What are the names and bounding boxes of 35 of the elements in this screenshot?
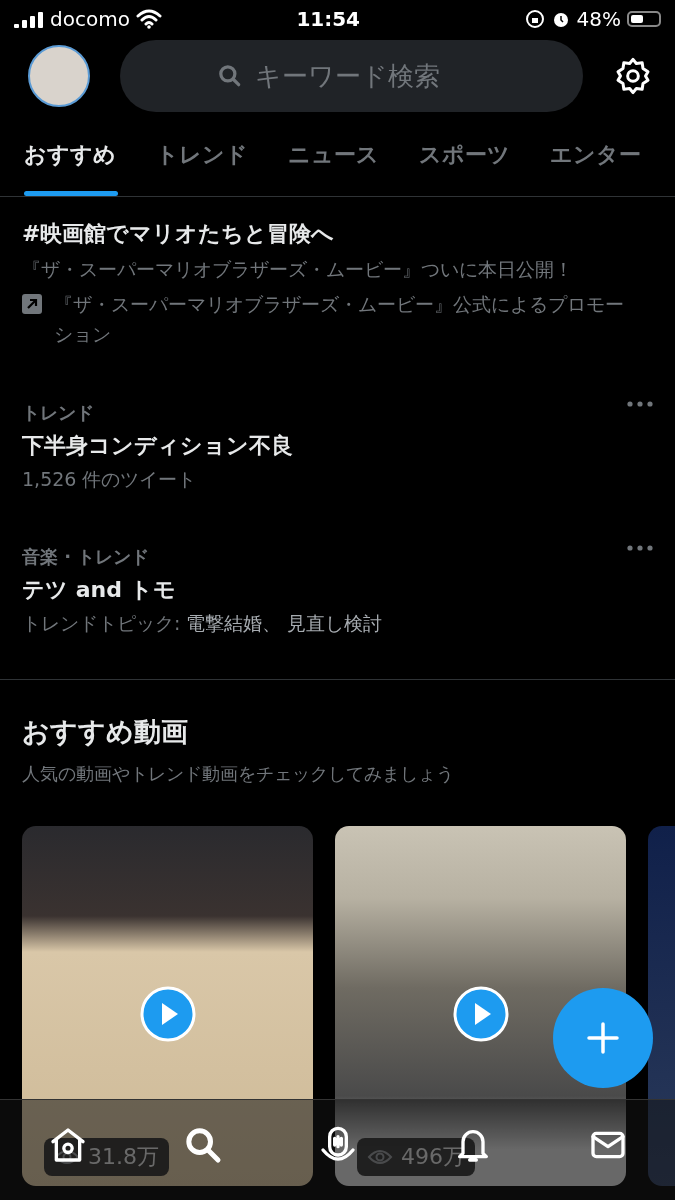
trend-title[interactable]: #映画館でマリオたちと冒険へ (22, 219, 653, 249)
tab[interactable]: スポーツ (395, 114, 526, 196)
trend-category: トレンド (22, 401, 95, 426)
trend-meta: トレンドトピック: 電撃結婚、 見直し検討 (22, 611, 384, 637)
view-count: 31.8万 (44, 1138, 169, 1177)
wifi-icon (135, 9, 162, 29)
promoted-by-text: 『ザ・スーパーマリオブラザーズ・ムービー』公式によるプロモーション (54, 292, 625, 347)
play-icon (139, 986, 196, 1043)
rotation-lock-icon (524, 9, 545, 29)
tab[interactable]: おすすめ (0, 114, 132, 196)
promoted-icon (22, 294, 42, 315)
plus-icon (586, 1021, 620, 1055)
trend-category: 音楽 · トレンド (22, 545, 151, 570)
search-field[interactable]: キーワード検索 (252, 60, 487, 92)
signal-icon (14, 10, 44, 28)
play-icon (452, 986, 509, 1043)
tab[interactable]: トレンド (132, 114, 264, 196)
search-icon (216, 63, 243, 89)
tab[interactable]: ニュース (264, 114, 395, 196)
settings-icon[interactable] (613, 56, 653, 96)
status-time: 11:54 (296, 7, 361, 31)
section-subtitle: 人気の動画やトレンド動画をチェックしてみましょう (22, 762, 455, 787)
battery-percent: 48% (576, 7, 621, 31)
trend-title[interactable]: テツ and トモ (22, 575, 617, 606)
eye-icon (367, 1148, 393, 1167)
section-title: おすすめ動画 (22, 715, 189, 750)
video-thumbnail[interactable]: 31.8万 (22, 826, 313, 1187)
more-icon[interactable] (627, 401, 653, 408)
trend-description: 『ザ・スーパーマリオブラザーズ・ムービー』ついに本日公開！ (22, 257, 574, 282)
more-icon[interactable] (627, 545, 653, 552)
tab[interactable]: エンター (526, 114, 657, 196)
carrier-name: docomo (50, 7, 130, 31)
trend-title[interactable]: 下半身コンディション不良 (22, 431, 617, 462)
trend-meta: 1,526 件のツイート (22, 467, 198, 493)
battery-icon (627, 11, 661, 27)
